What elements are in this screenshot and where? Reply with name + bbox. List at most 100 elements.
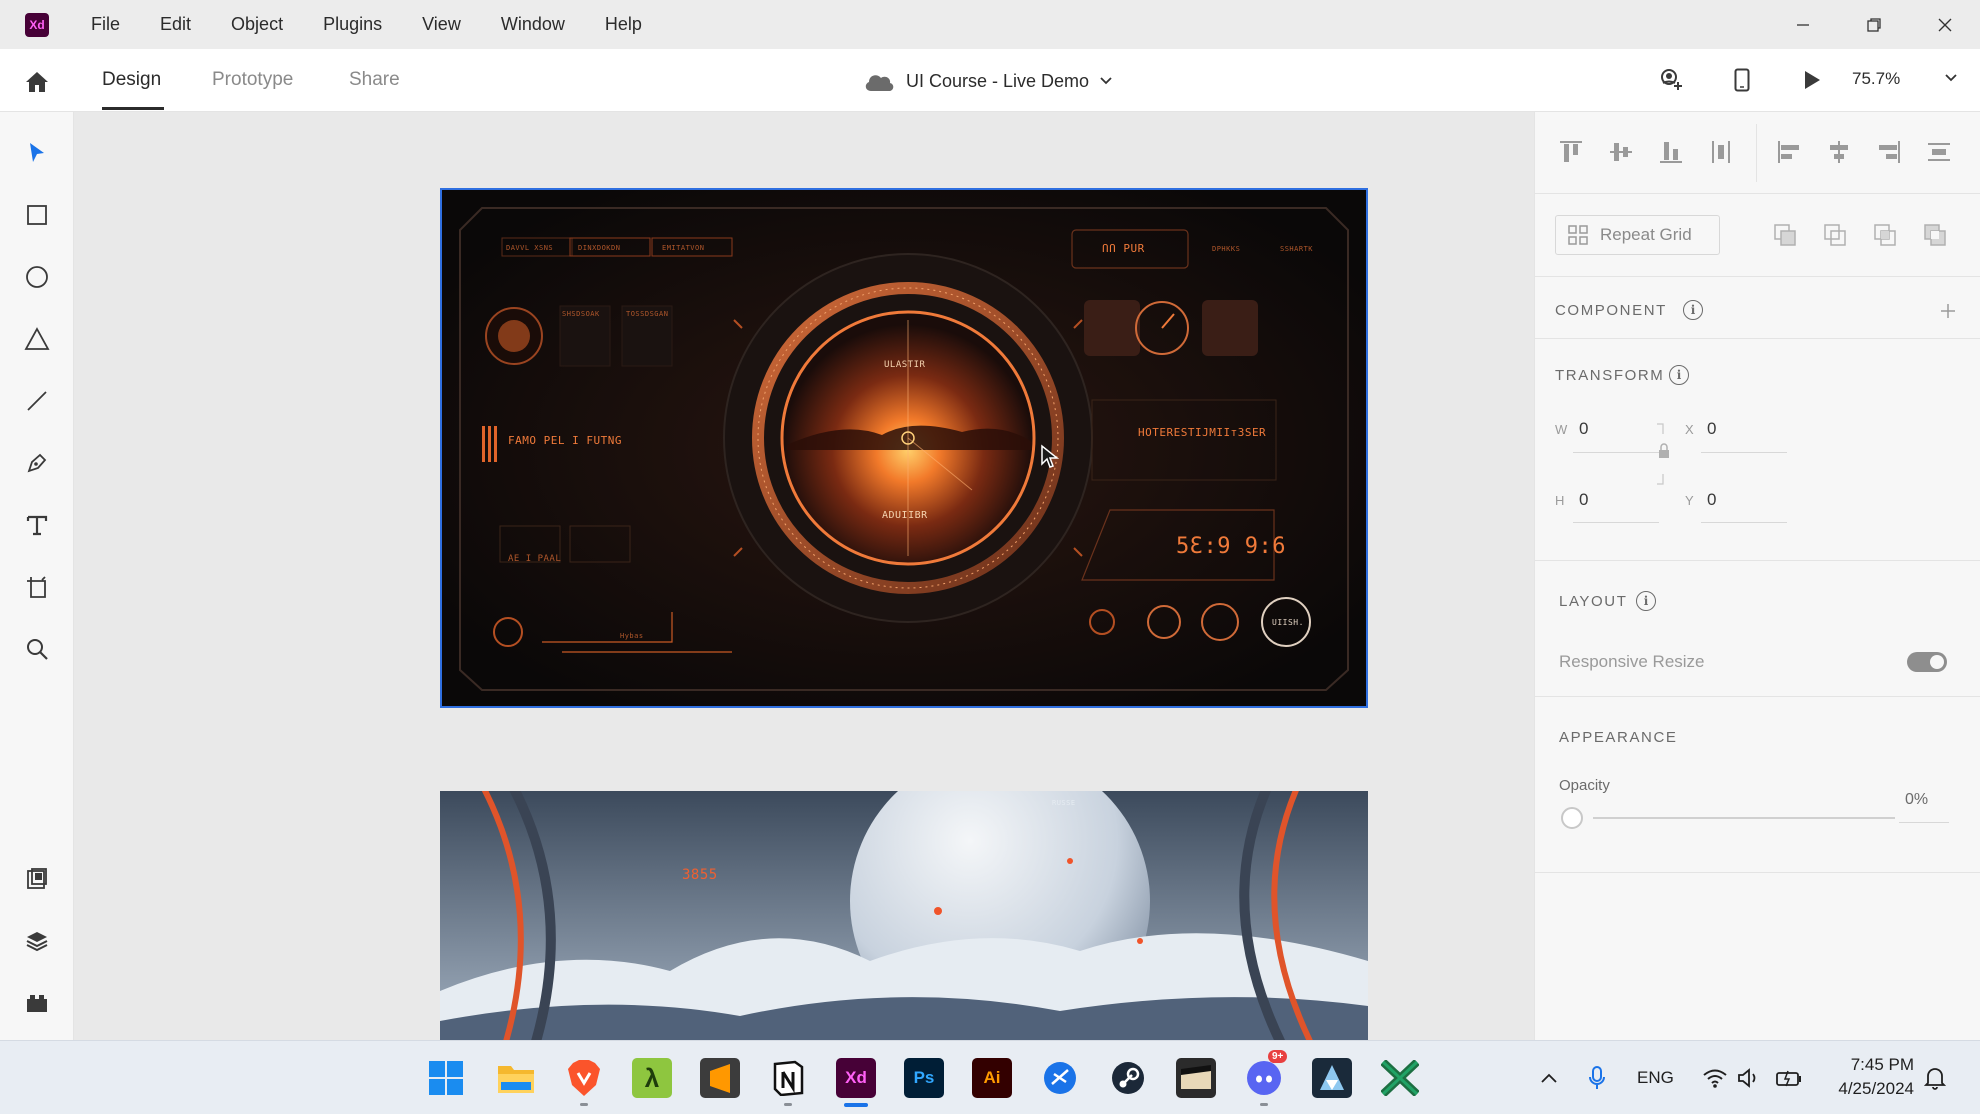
mobile-icon <box>1734 68 1750 92</box>
taskbar-lambda-app[interactable]: λ <box>632 1058 672 1098</box>
panel-divider <box>1535 276 1980 277</box>
align-middle-button[interactable] <box>1607 138 1635 166</box>
taskbar-sublime-text[interactable] <box>700 1058 740 1098</box>
align-right-button[interactable] <box>1875 138 1903 166</box>
taskbar-compass-app[interactable] <box>1040 1058 1080 1098</box>
input-language[interactable]: ENG <box>1637 1068 1674 1088</box>
menu-edit[interactable]: Edit <box>160 14 191 35</box>
menu-view[interactable]: View <box>422 14 461 35</box>
battery-button[interactable] <box>1776 1065 1802 1091</box>
boolean-add-button[interactable] <box>1771 221 1799 249</box>
window-controls <box>1767 0 1980 49</box>
inkscape-icon <box>1320 1065 1344 1090</box>
clock-date: 4/25/2024 <box>1838 1079 1914 1098</box>
component-info-icon[interactable]: i <box>1683 300 1703 320</box>
plugins-panel-button[interactable] <box>22 988 52 1018</box>
wifi-button[interactable] <box>1702 1065 1728 1091</box>
artboard-hud-snow[interactable]: 3855 RUSSE <box>440 791 1368 1040</box>
taskbar-media-app[interactable] <box>1176 1058 1216 1098</box>
taskbar-discord[interactable]: 9+ <box>1244 1050 1288 1098</box>
opacity-value[interactable]: 0% <box>1905 791 1928 809</box>
ellipse-tool[interactable] <box>22 262 52 292</box>
opacity-slider-track[interactable] <box>1593 817 1895 819</box>
taskbar-steam[interactable] <box>1108 1058 1148 1098</box>
assets-panel-button[interactable] <box>22 864 52 894</box>
opacity-slider-handle[interactable] <box>1561 807 1583 829</box>
hud-value: 3855 <box>682 867 718 883</box>
add-component-icon[interactable] <box>1939 302 1957 320</box>
system-clock[interactable]: 7:45 PM 4/25/2024 <box>1822 1053 1914 1101</box>
tab-prototype[interactable]: Prototype <box>212 69 293 91</box>
polygon-tool[interactable] <box>22 324 52 354</box>
notifications-button[interactable] <box>1922 1065 1948 1091</box>
tab-design[interactable]: Design <box>102 69 161 91</box>
home-button[interactable] <box>22 67 52 97</box>
width-field[interactable]: 0 <box>1579 419 1588 439</box>
responsive-resize-toggle[interactable] <box>1907 652 1947 672</box>
taskbar-photoshop[interactable]: Ps <box>904 1058 944 1098</box>
align-left-button[interactable] <box>1775 138 1803 166</box>
layers-panel-button[interactable] <box>22 926 52 956</box>
brave-icon <box>568 1060 600 1096</box>
taskbar-inkscape[interactable] <box>1312 1058 1352 1098</box>
text-tool[interactable] <box>22 510 52 540</box>
layout-info-icon[interactable]: i <box>1636 591 1656 611</box>
boolean-exclude-icon <box>1924 224 1946 246</box>
boolean-exclude-button[interactable] <box>1921 221 1949 249</box>
distribute-horizontal-button[interactable] <box>1707 138 1735 166</box>
share-user-button[interactable] <box>1655 65 1685 95</box>
hud-label: AE I PAAL <box>508 554 562 564</box>
show-hidden-icons-button[interactable] <box>1536 1065 1562 1091</box>
x-field[interactable]: 0 <box>1707 419 1716 439</box>
y-field[interactable]: 0 <box>1707 490 1716 510</box>
device-preview-button[interactable] <box>1727 65 1757 95</box>
taskbar-file-explorer[interactable] <box>496 1058 536 1098</box>
zoom-tool[interactable] <box>22 634 52 664</box>
clock-time: 7:45 PM <box>1850 1055 1914 1074</box>
restore-button[interactable] <box>1838 0 1909 49</box>
boolean-intersect-button[interactable] <box>1871 221 1899 249</box>
artboard-tool[interactable] <box>22 572 52 602</box>
menu-object[interactable]: Object <box>231 14 283 35</box>
taskbar-adobe-xd[interactable]: Xd <box>836 1058 876 1098</box>
play-preview-button[interactable] <box>1797 65 1827 95</box>
repeat-grid-button[interactable]: Repeat Grid <box>1555 215 1720 255</box>
minimize-button[interactable] <box>1767 0 1838 49</box>
tab-share[interactable]: Share <box>349 69 400 91</box>
distribute-vertical-button[interactable] <box>1925 138 1953 166</box>
zoom-level[interactable]: 75.7% <box>1852 69 1900 89</box>
menu-plugins[interactable]: Plugins <box>323 14 382 35</box>
active-tab-indicator <box>102 107 164 110</box>
menu-help[interactable]: Help <box>605 14 642 35</box>
microphone-button[interactable] <box>1584 1065 1610 1091</box>
line-tool[interactable] <box>22 386 52 416</box>
rectangle-tool[interactable] <box>22 200 52 230</box>
boolean-subtract-button[interactable] <box>1821 221 1849 249</box>
align-top-button[interactable] <box>1557 138 1585 166</box>
lock-aspect-icon[interactable] <box>1655 422 1671 486</box>
menu-file[interactable]: File <box>91 14 120 35</box>
close-button[interactable] <box>1909 0 1980 49</box>
menu-window[interactable]: Window <box>501 14 565 35</box>
hud-label: Hybas <box>620 632 644 640</box>
volume-button[interactable] <box>1736 1065 1762 1091</box>
align-bottom-button[interactable] <box>1657 138 1685 166</box>
document-title-dropdown[interactable]: UI Course - Live Demo <box>862 65 1113 97</box>
taskbar-notion-app[interactable] <box>768 1058 808 1098</box>
design-canvas[interactable]: DAVVL XSNS DINXDOKDN EMITATVON SHSDSOAK … <box>74 112 1534 1040</box>
cloud-icon <box>865 75 894 91</box>
height-field[interactable]: 0 <box>1579 490 1588 510</box>
pen-tool[interactable] <box>22 448 52 478</box>
text-icon <box>26 515 48 536</box>
zoom-chevron-icon[interactable] <box>1944 73 1958 83</box>
ellipse-icon <box>26 266 48 288</box>
taskbar-excel[interactable] <box>1380 1058 1420 1098</box>
transform-section-title: TRANSFORM <box>1555 367 1665 384</box>
taskbar-brave[interactable] <box>564 1058 604 1098</box>
transform-info-icon[interactable]: i <box>1669 365 1689 385</box>
taskbar-illustrator[interactable]: Ai <box>972 1058 1012 1098</box>
artboard-hud-orange[interactable]: DAVVL XSNS DINXDOKDN EMITATVON SHSDSOAK … <box>440 188 1368 708</box>
select-tool[interactable] <box>22 138 52 168</box>
start-button[interactable] <box>426 1058 466 1098</box>
align-center-button[interactable] <box>1825 138 1853 166</box>
